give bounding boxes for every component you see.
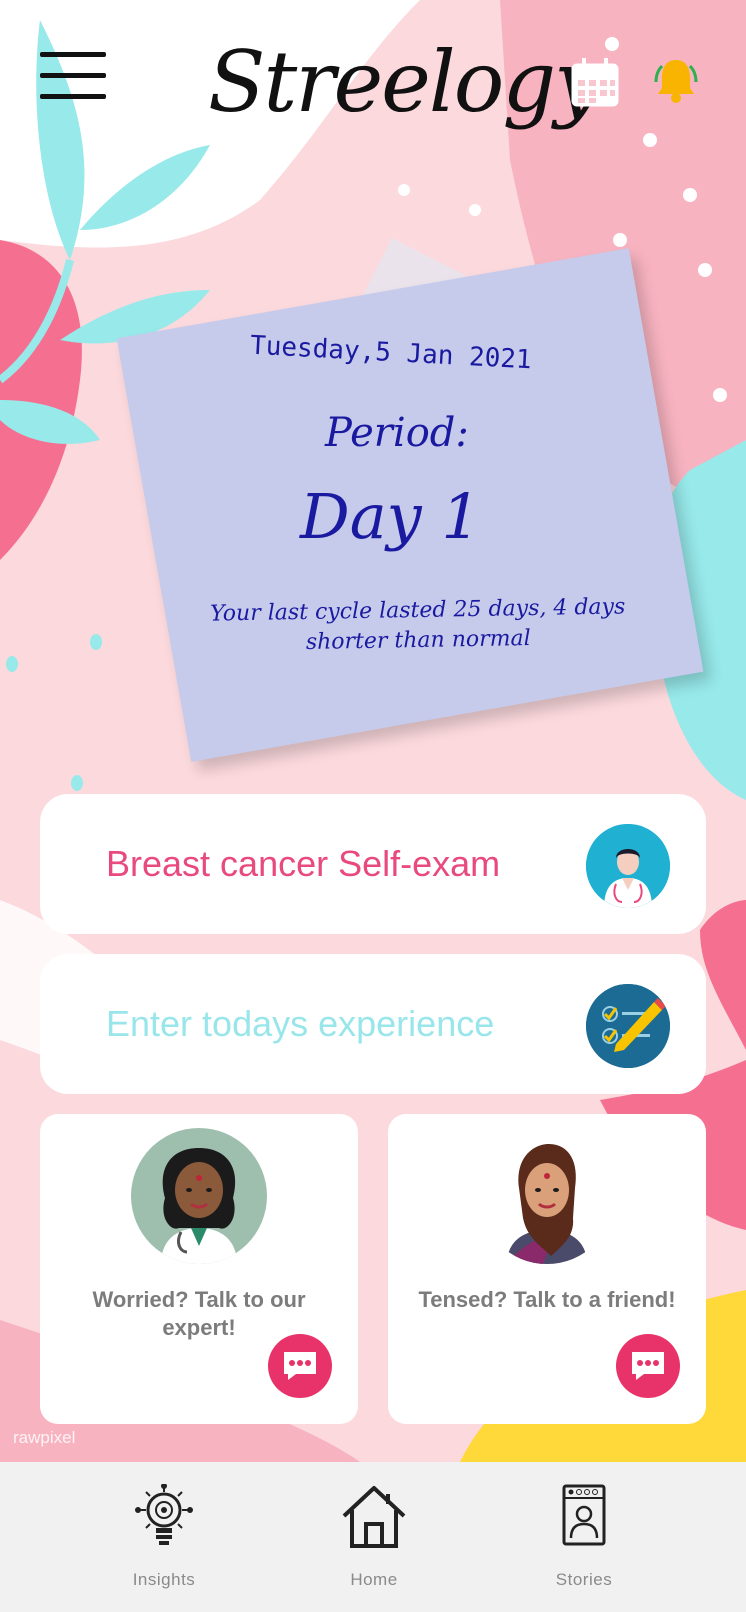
app-logo: Streelogy: [208, 33, 602, 131]
nav-item-insights[interactable]: Insights: [94, 1484, 234, 1594]
lightbulb-brain-icon: [135, 1484, 193, 1545]
talk-expert-card[interactable]: Worried? Talk to our expert!: [40, 1114, 358, 1424]
nav-label-insights: Insights: [132, 1570, 196, 1589]
woman-friend-avatar-icon: [479, 1128, 615, 1264]
bottom-navigation: Insights Home Stories: [0, 1462, 746, 1612]
chat-bubble-icon[interactable]: [268, 1334, 332, 1398]
breast-self-exam-card[interactable]: Breast cancer Self-exam: [40, 794, 706, 934]
calendar-icon[interactable]: [570, 56, 620, 108]
enter-experience-label: Enter todays experience: [106, 1003, 495, 1044]
nav-item-home[interactable]: Home: [304, 1484, 444, 1594]
nav-item-stories[interactable]: Stories: [514, 1484, 654, 1594]
talk-friend-card[interactable]: Tensed? Talk to a friend!: [388, 1114, 706, 1424]
talk-expert-text: Worried? Talk to our expert!: [92, 1287, 306, 1340]
bell-icon[interactable]: [652, 54, 700, 104]
nav-label-stories: Stories: [555, 1570, 613, 1589]
breast-self-exam-label: Breast cancer Self-exam: [106, 843, 501, 884]
nav-label-home: Home: [350, 1570, 398, 1589]
note-day: Day 1: [300, 480, 481, 553]
doctor-woman-avatar-icon: [131, 1128, 267, 1264]
home-icon: [342, 1486, 406, 1548]
note-message: Your last cycle lasted 25 days, 4 days s…: [209, 594, 626, 655]
note-period-label: Period:: [325, 410, 469, 456]
checklist-pencil-icon: [586, 984, 670, 1068]
talk-friend-text: Tensed? Talk to a friend!: [418, 1287, 676, 1312]
stories-person-icon: [562, 1484, 606, 1546]
chat-bubble-icon[interactable]: [616, 1334, 680, 1398]
enter-experience-card[interactable]: Enter todays experience: [40, 954, 706, 1094]
watermark: rawpixel: [13, 1428, 76, 1447]
hamburger-menu-icon[interactable]: [40, 52, 106, 102]
doctor-avatar-icon: [586, 824, 670, 908]
